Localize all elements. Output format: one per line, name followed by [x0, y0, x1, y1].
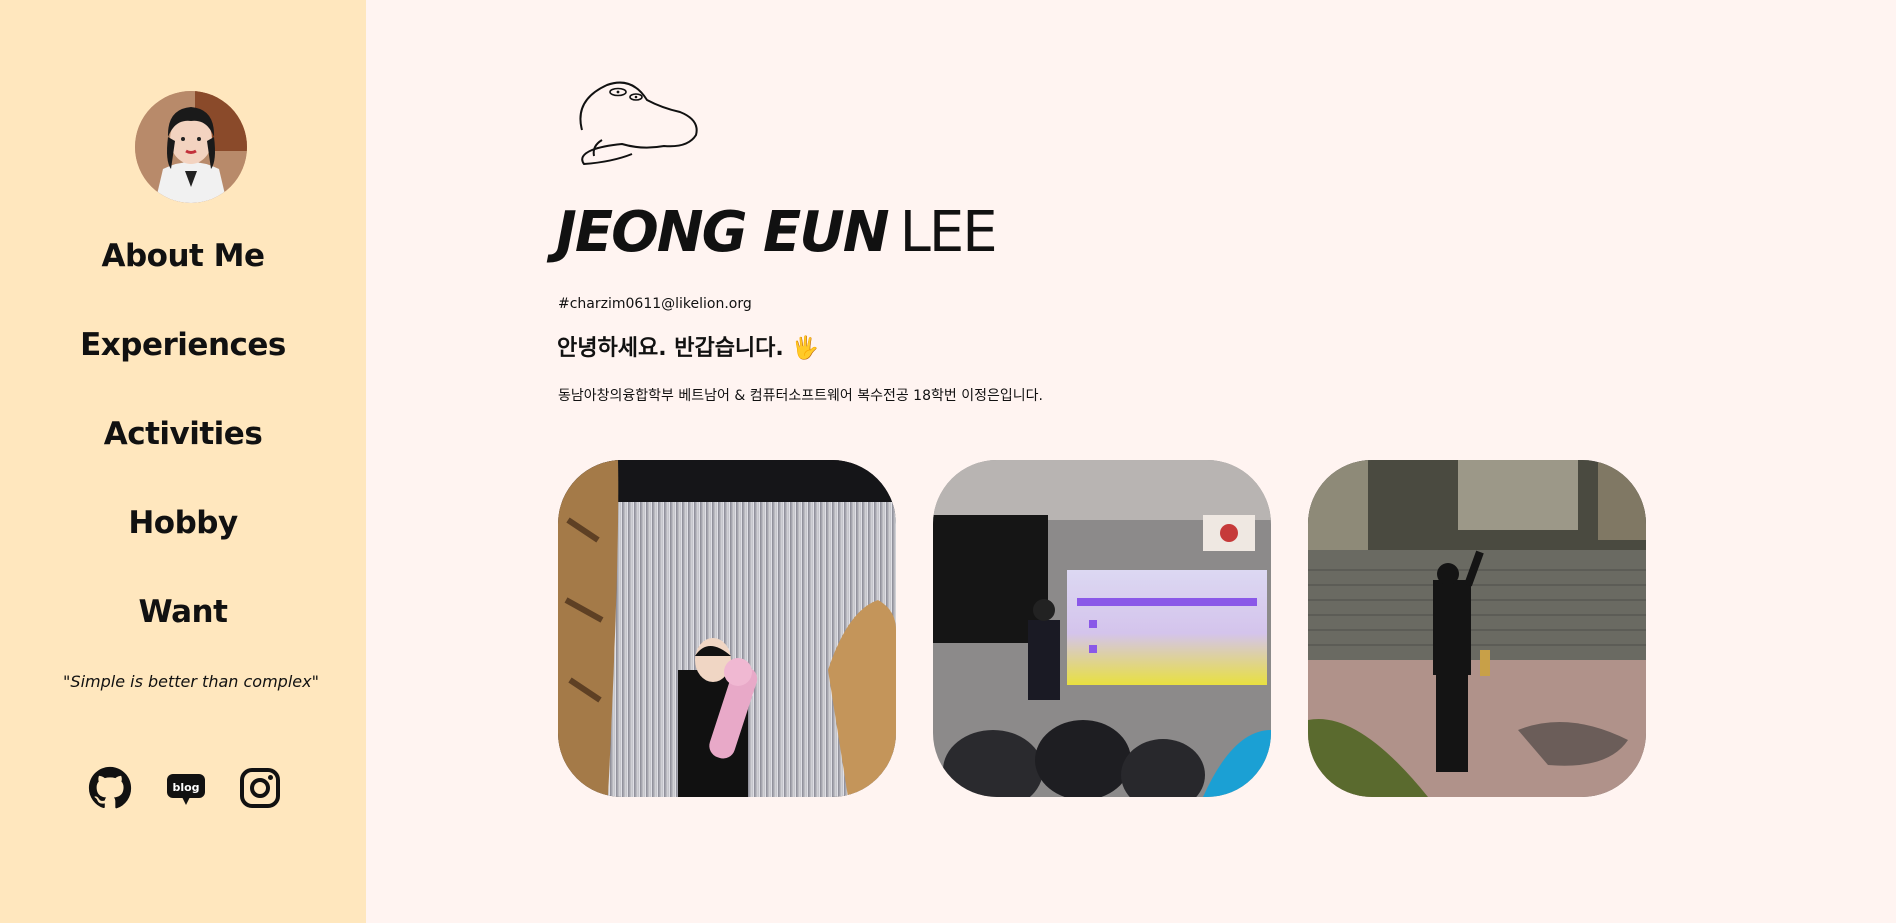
instagram-link[interactable] [238, 766, 282, 810]
photo-party [558, 460, 896, 797]
nav-want[interactable]: Want [0, 594, 366, 630]
blog-icon-label: blog [172, 781, 199, 794]
nav-hobby[interactable]: Hobby [0, 505, 366, 541]
nav-about-me[interactable]: About Me [0, 238, 366, 274]
nav-activities[interactable]: Activities [0, 416, 366, 452]
email-hashtag: #charzim0611@likelion.org [558, 296, 752, 312]
photo-outdoor [1308, 460, 1646, 797]
blog-icon: blog [167, 774, 205, 805]
greeting-heading: 안녕하세요. 반갑습니다. 🖐 [557, 330, 819, 362]
character-doodle-icon [572, 80, 702, 170]
intro-text: 동남아창의융합학부 베트남어 & 컴퓨터소프트웨어 복수전공 18학번 이정은입… [558, 388, 1043, 404]
github-icon [88, 766, 132, 809]
blog-link[interactable]: blog [164, 766, 208, 810]
waving-hand-icon: 🖐 [791, 336, 819, 361]
motto-quote: "Simple is better than complex" [63, 672, 319, 691]
photo-presentation [933, 460, 1271, 797]
nav-experiences[interactable]: Experiences [0, 327, 366, 363]
first-name: JEONG EUN [556, 200, 890, 265]
avatar [135, 91, 247, 203]
page-title: JEONG EUN LEE [556, 200, 998, 265]
greeting-text: 안녕하세요. 반갑습니다. [557, 336, 784, 361]
last-name: LEE [899, 200, 998, 265]
sidebar: About Me Experiences Activities Hobby Wa… [0, 0, 366, 923]
instagram-icon [240, 768, 280, 808]
github-link[interactable] [88, 766, 132, 810]
